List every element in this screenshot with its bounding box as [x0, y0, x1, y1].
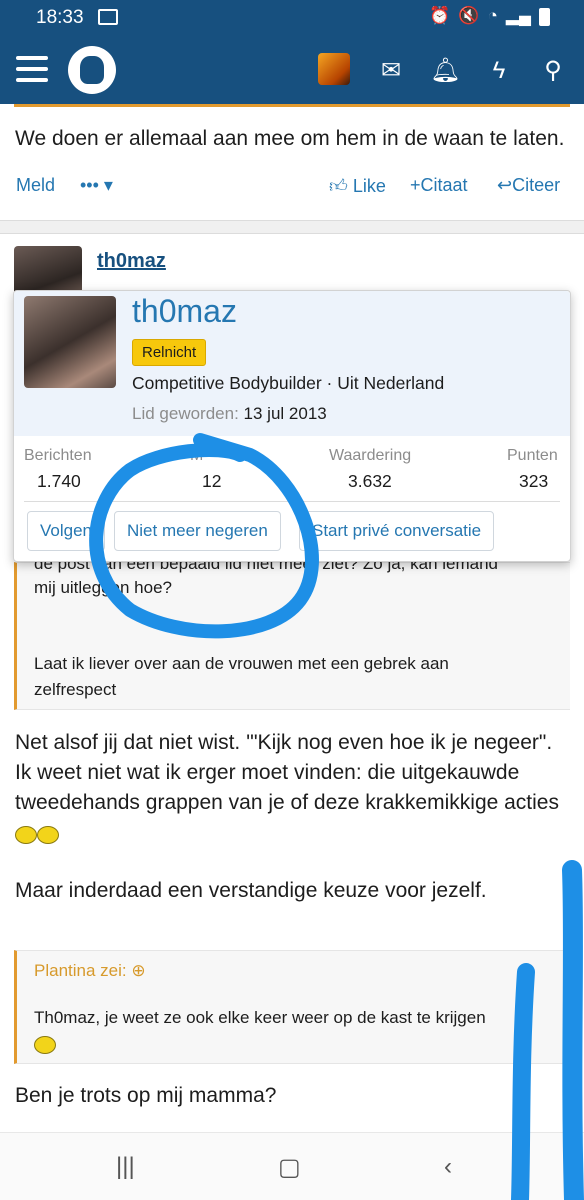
alarm-icon: ⏰: [429, 6, 451, 25]
stat-value-points: 323: [519, 471, 549, 491]
emoji-row: [34, 1031, 56, 1056]
status-time: 18:33: [36, 7, 84, 28]
home-icon[interactable]: ▢: [278, 1153, 301, 1182]
last-post-text: Ben je trots op mij mamma?: [15, 1084, 277, 1107]
stat-value-messages: 1.740: [37, 471, 81, 491]
start-conversation-button[interactable]: Start privé conversatie: [299, 511, 495, 551]
status-icons: ⏰ 🔇 ◔ ▂▄: [429, 6, 550, 26]
post-actions: Meld ••• ▾ 👍︎ Like +Citaat ↩Citeer: [0, 172, 584, 202]
quote-line: Laat ik liever over aan de vrouwen met e…: [34, 654, 449, 673]
arrow-up-circle-icon[interactable]: ⊕: [131, 961, 145, 980]
stat-value-m: 12: [202, 471, 222, 491]
stat-label-rating: Waardering: [329, 447, 412, 464]
follow-button[interactable]: Volgen: [27, 511, 105, 551]
site-logo[interactable]: [68, 46, 116, 94]
member-role: Competitive Bodybuilder · Uit Nederland: [132, 373, 445, 393]
multiquote-button[interactable]: +Citaat: [410, 175, 468, 196]
android-nav-bar: ||| ▢ ‹: [0, 1132, 584, 1200]
signal-icon: ▂▄: [505, 6, 531, 25]
member-avatar[interactable]: [24, 296, 116, 388]
user-title-badge: Relnicht: [132, 339, 207, 366]
search-icon[interactable]: ⚲: [538, 56, 568, 86]
battery-icon: [539, 8, 550, 26]
quote-line: zelfrespect: [34, 680, 117, 699]
smiley-icon: [15, 826, 37, 845]
stat-label-m: M: [190, 447, 204, 464]
more-menu-button[interactable]: ••• ▾: [80, 175, 113, 196]
stat-label-points: Punten: [507, 447, 558, 464]
smiley-icon: [37, 826, 59, 845]
member-name[interactable]: th0maz: [132, 293, 237, 330]
recents-icon[interactable]: |||: [116, 1153, 135, 1181]
quote-line: mij uitleggen hoe?: [34, 578, 172, 597]
stat-label-messages: Berichten: [24, 447, 92, 464]
post-separator: [0, 220, 584, 234]
quote-block: Plantina zei: ⊕ Th0maz, je weet ze ook e…: [14, 950, 570, 1064]
reply-icon: ↩: [497, 175, 513, 195]
quote-block: de post van een bepaald lid niet meer zi…: [14, 554, 570, 710]
reply-line: tweedehands grappen van je of deze krakk…: [15, 791, 559, 814]
cast-icon: [98, 9, 118, 25]
like-button[interactable]: 👍︎ Like: [329, 175, 386, 197]
unignore-button[interactable]: Niet meer negeren: [114, 511, 281, 551]
inbox-icon[interactable]: ✉: [376, 56, 406, 86]
quote-border: [14, 104, 570, 107]
back-icon[interactable]: ‹: [444, 1153, 452, 1181]
tooltip-divider: [24, 501, 560, 502]
smiley-icon: [34, 1035, 56, 1054]
author-name[interactable]: th0maz: [97, 250, 166, 273]
status-bar: 18:33 ⏰ 🔇 ◔ ▂▄: [0, 0, 584, 36]
reply-line: Ik weet niet wat ik erger moet vinden: d…: [15, 761, 520, 784]
quote-attribution[interactable]: Plantina zei: ⊕: [34, 961, 146, 981]
bell-icon[interactable]: 🔔︎: [430, 56, 460, 86]
report-link[interactable]: Meld: [16, 175, 55, 196]
member-since: Lid geworden: 13 jul 2013: [132, 404, 327, 423]
reply-line: Maar inderdaad een verstandige keuze voo…: [15, 879, 487, 902]
stat-value-rating: 3.632: [348, 471, 392, 491]
quote-text: Th0maz, je weet ze ook elke keer weer op…: [34, 1008, 486, 1027]
reply-line: Net alsof jij dat niet wist. '"Kijk nog …: [15, 731, 553, 754]
app-header: ✉ 🔔︎ ϟ ⚲: [0, 36, 584, 104]
post-text: We doen er allemaal aan mee om hem in de…: [15, 127, 565, 150]
user-avatar[interactable]: [318, 53, 350, 85]
emoji-row: [15, 820, 59, 850]
mute-icon: 🔇: [458, 6, 480, 25]
menu-icon[interactable]: [16, 56, 48, 82]
thumbs-up-icon: 👍︎: [329, 176, 348, 196]
wifi-icon: ◔: [487, 6, 498, 25]
bolt-icon[interactable]: ϟ: [484, 56, 514, 86]
reply-quote-button[interactable]: ↩Citeer: [497, 175, 560, 196]
member-tooltip: th0maz Relnicht Competitive Bodybuilder …: [13, 290, 571, 562]
